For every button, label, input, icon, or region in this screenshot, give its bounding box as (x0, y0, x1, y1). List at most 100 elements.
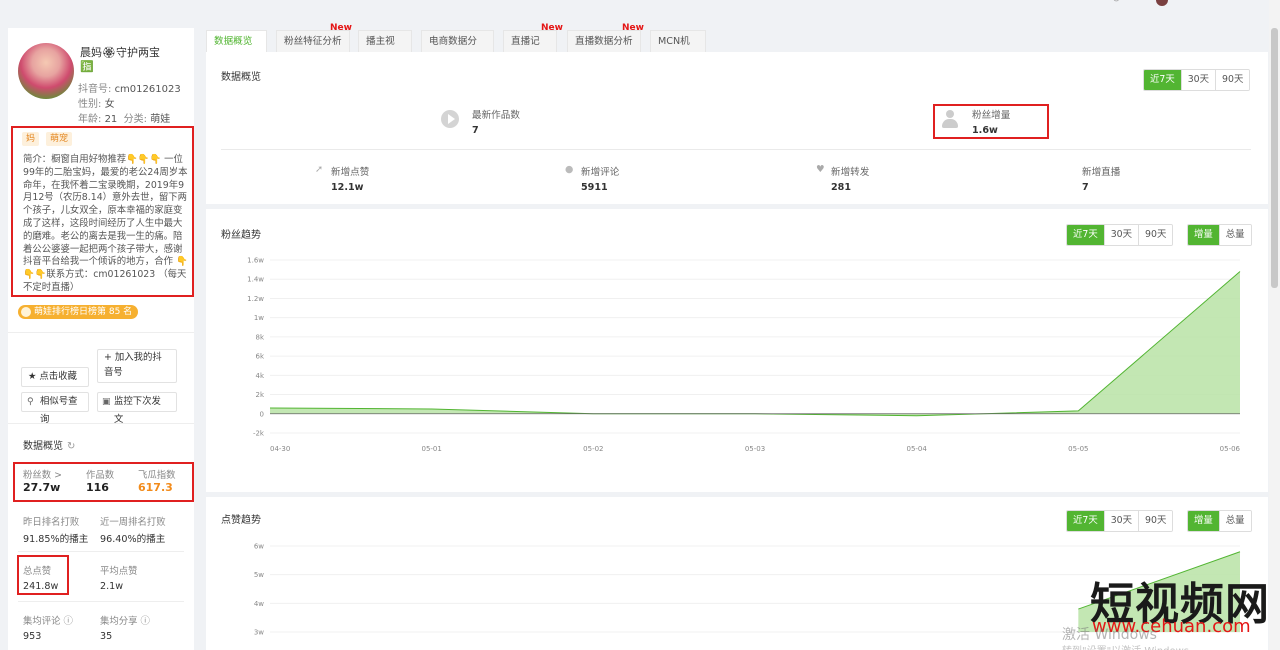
new-shares-label: 新增转发 (831, 167, 870, 178)
x-tick-label: 05-04 (906, 445, 927, 453)
douyin-id-row: 抖音号: cm01261023 (78, 84, 181, 95)
rank-yesterday-label: 昨日排名打败 (23, 517, 80, 528)
profile-bio: 简介：橱窗自用好物推荐👇👇👇 一位99年的二胎宝妈，最爱的老公24周岁本命年，在… (23, 154, 188, 293)
range-7d[interactable]: 近7天 (1144, 70, 1181, 90)
mode-increment[interactable]: 增量 (1188, 225, 1219, 245)
comments-avg-value: 953 (23, 631, 42, 642)
divider (18, 551, 184, 552)
y-tick-label: 1.6w (247, 257, 264, 265)
y-tick-label: 2k (255, 391, 264, 399)
fans-trend-title: 粉丝趋势 (221, 230, 261, 241)
monitor-button[interactable]: ▣ 监控下次发文 (97, 392, 177, 425)
y-tick-label: 4w (254, 600, 264, 608)
tab-videos[interactable]: 播主视频 (358, 30, 412, 69)
comment-icon: ● (565, 164, 574, 175)
profile-name: 晨妈🏵守护两宝 🈯 (80, 46, 160, 73)
y-tick-label: 4k (255, 372, 264, 380)
mode-increment[interactable]: 增量 (1188, 511, 1219, 531)
divider (221, 149, 1251, 150)
range-90d[interactable]: 90天 (1138, 511, 1173, 531)
help-icon[interactable]: ⓘ (141, 616, 150, 627)
x-tick-label: 05-03 (745, 445, 765, 453)
refresh-icon[interactable]: ↻ (1112, 0, 1120, 5)
latest-works-value: 7 (472, 125, 479, 136)
likes-range-selector: 近7天 30天 90天 (1066, 510, 1174, 532)
divider (8, 332, 194, 333)
y-tick-label: 1w (254, 314, 264, 322)
works-value: 116 (86, 481, 109, 494)
similar-account-button[interactable]: ⚲ 相似号查询 (21, 392, 89, 425)
overview-title: 数据概览 ↻ (23, 441, 76, 452)
latest-works-label: 最新作品数 (472, 110, 520, 121)
monitor-icon: ▣ (102, 397, 111, 407)
tab-mcn[interactable]: MCN机构 (650, 30, 706, 69)
mode-total[interactable]: 总量 (1218, 511, 1251, 531)
y-tick-label: 3w (254, 629, 264, 637)
range-30d[interactable]: 30天 (1103, 225, 1139, 245)
y-tick-label: 1.4w (247, 276, 264, 284)
divider (8, 423, 194, 424)
likes-avg-label: 平均点赞 (100, 566, 138, 577)
tab-fans-analysis[interactable]: 粉丝特征分析 (276, 30, 350, 52)
divider (18, 601, 184, 602)
new-likes-value: 12.1w (331, 182, 364, 193)
search-icon: ⚲ (27, 397, 34, 407)
y-tick-label: 5w (254, 571, 264, 579)
rank-badge[interactable]: 萌娃排行榜日榜第 85 名 (18, 305, 139, 319)
fans-label[interactable]: 粉丝数 > (23, 467, 62, 481)
play-icon-triangle (448, 114, 455, 124)
tab-live-records[interactable]: 直播记录 (503, 30, 557, 69)
section-separator (206, 492, 1268, 497)
rank-week-value: 96.40%的播主 (100, 534, 166, 545)
new-comments-value: 5911 (581, 182, 608, 193)
monitor-label: 监控下次发文 (114, 396, 161, 425)
tab-ecommerce[interactable]: 电商数据分析 (421, 30, 494, 69)
fans-value: 27.7w (23, 481, 61, 494)
help-icon[interactable]: ⓘ (64, 616, 73, 627)
y-tick-label: 6k (255, 353, 264, 361)
range-90d[interactable]: 90天 (1138, 225, 1173, 245)
new-badge: New (330, 23, 352, 33)
fans-mode-selector: 增量 总量 (1187, 224, 1252, 246)
tab-live-analysis[interactable]: 直播数据分析 (567, 30, 641, 52)
range-30d[interactable]: 30天 (1103, 511, 1139, 531)
tab-bar: 数据概览 粉丝特征分析 New 播主视频 电商数据分析 直播记录 New 直播数… (206, 23, 1268, 69)
profile-tag: 萌宠 (46, 132, 73, 146)
shares-avg-value: 35 (100, 631, 113, 642)
range-7d[interactable]: 近7天 (1067, 225, 1104, 245)
windows-activate-text: 激活 Windows (1062, 627, 1157, 643)
favorite-button[interactable]: ★ 点击收藏 (21, 367, 89, 387)
profile-sidebar: 晨妈🏵守护两宝 🈯 抖音号: cm01261023 性别: 女 年龄: 21 分… (8, 28, 194, 650)
add-to-my-accounts-button[interactable]: + 加入我的抖音号 (97, 349, 177, 383)
x-tick-label: 05-05 (1068, 445, 1088, 453)
range-30d[interactable]: 30天 (1180, 70, 1216, 90)
fans-growth-value: 1.6w (972, 125, 998, 136)
likes-total-value: 241.8w (23, 581, 59, 592)
tab-overview[interactable]: 数据概览 (206, 30, 267, 52)
avatar[interactable] (18, 43, 74, 99)
age-category-row: 年龄: 21 分类: 萌娃 (78, 114, 171, 125)
new-badge: New (541, 23, 563, 33)
x-tick-label: 05-06 (1220, 445, 1241, 453)
range-7d[interactable]: 近7天 (1067, 511, 1104, 531)
comments-avg-label: 集均评论 ⓘ (23, 616, 73, 627)
profile-tag: 妈 (22, 132, 40, 146)
rank-yesterday-value: 91.85%的播主 (23, 534, 89, 545)
likes-trend-title: 点赞趋势 (221, 515, 261, 526)
y-tick-label: 8k (255, 333, 264, 341)
new-live-label: 新增直播 (1082, 167, 1121, 178)
fans-range-selector: 近7天 30天 90天 (1066, 224, 1174, 246)
heart-icon: ♥ (816, 164, 825, 175)
range-90d[interactable]: 90天 (1215, 70, 1250, 90)
similar-account-label: 相似号查询 (40, 396, 78, 425)
index-label: 飞瓜指数 (138, 470, 176, 481)
user-icon (941, 110, 959, 130)
x-tick-label: 05-02 (583, 445, 603, 453)
gender-row: 性别: 女 (78, 99, 115, 110)
rank-week-label: 近一周排名打败 (100, 517, 166, 528)
mode-total[interactable]: 总量 (1218, 225, 1251, 245)
section-separator (206, 204, 1268, 209)
scrollbar-thumb[interactable] (1271, 28, 1278, 288)
y-tick-label: -2k (253, 430, 265, 438)
refresh-icon[interactable]: ↻ (67, 441, 75, 452)
